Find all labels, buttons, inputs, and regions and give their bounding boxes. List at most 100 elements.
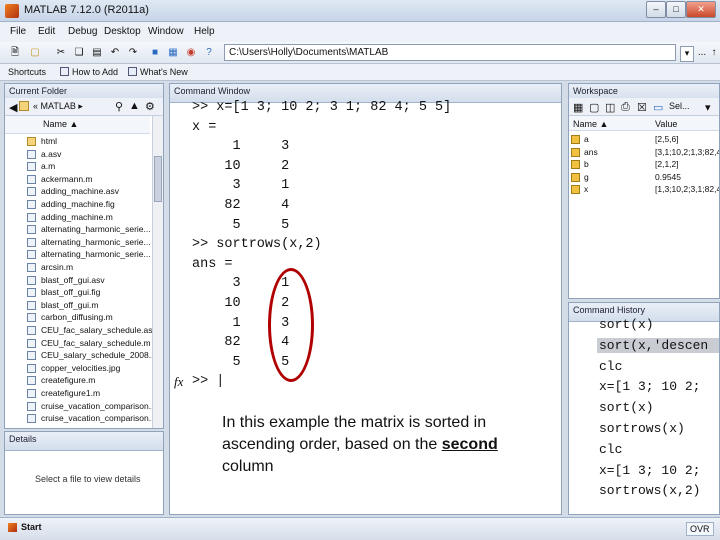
undo-icon[interactable]: ↶ bbox=[108, 46, 122, 60]
file-list-item[interactable]: blast_off_gui.fig bbox=[5, 287, 153, 299]
command-prompt[interactable]: >> | bbox=[192, 374, 224, 389]
file-list-item[interactable]: CEU_salary_schedule_2008... bbox=[5, 350, 153, 362]
new-file-icon[interactable]: 🗎 bbox=[8, 46, 22, 60]
file-list-item[interactable]: carbon_diffusing.m bbox=[5, 312, 153, 324]
file-list-item[interactable]: arcsin.m bbox=[5, 262, 153, 274]
file-list-item[interactable]: blast_off_gui.m bbox=[5, 300, 153, 312]
plot-icon[interactable]: ▭ bbox=[653, 101, 663, 114]
paste-icon[interactable]: ▤ bbox=[90, 46, 104, 60]
history-item[interactable]: sortrows(x) bbox=[599, 421, 685, 436]
gear-icon[interactable]: ⚙ bbox=[145, 100, 155, 113]
folder-up-icon[interactable]: ▲ bbox=[129, 100, 140, 112]
scrollbar-thumb[interactable] bbox=[154, 156, 162, 202]
value-column-header[interactable]: Value bbox=[655, 119, 677, 129]
file-list-item[interactable]: CEU_fac_salary_schedule.asv bbox=[5, 325, 153, 337]
open-variable-icon[interactable]: ▢ bbox=[589, 101, 599, 114]
file-icon bbox=[27, 212, 36, 222]
copy-icon[interactable]: ❏ bbox=[72, 46, 86, 60]
workspace-variable-row[interactable]: g 0.9545 bbox=[569, 172, 719, 184]
help-icon[interactable]: ? bbox=[202, 46, 216, 60]
name-column-label: Name ▲ bbox=[43, 119, 79, 129]
shortcuts-label[interactable]: Shortcuts bbox=[8, 67, 46, 77]
workspace-variable-row[interactable]: x [1,3;10,2;3,1;82,4;5... bbox=[569, 184, 719, 196]
file-list-item[interactable]: CEU_fac_salary_schedule.m bbox=[5, 338, 153, 350]
simulink-icon[interactable]: ■ bbox=[148, 46, 162, 60]
save-icon[interactable]: ◫ bbox=[605, 101, 615, 114]
start-label: Start bbox=[21, 522, 42, 532]
open-folder-icon[interactable]: ▢ bbox=[28, 46, 42, 60]
history-item[interactable]: x=[1 3; 10 2; bbox=[599, 379, 700, 394]
back-arrow-icon[interactable]: ◀ bbox=[9, 101, 17, 114]
redo-icon[interactable]: ↷ bbox=[126, 46, 140, 60]
current-folder-path-input[interactable]: C:\Users\Holly\Documents\MATLAB bbox=[224, 44, 676, 61]
variable-name: b bbox=[584, 159, 589, 169]
path-dropdown-icon[interactable]: ▾ bbox=[680, 46, 694, 62]
file-icon bbox=[27, 162, 36, 172]
file-list-item[interactable]: cruise_vacation_comparison... bbox=[5, 401, 153, 413]
folder-nav-path[interactable]: « MATLAB ▸ bbox=[33, 101, 83, 112]
name-column-header[interactable]: Name ▲ bbox=[573, 119, 608, 129]
file-list-item[interactable]: alternating_harmonic_serie... bbox=[5, 249, 153, 261]
history-item[interactable]: sort(x,'descen bbox=[597, 337, 719, 353]
close-button[interactable]: ✕ bbox=[686, 1, 716, 18]
how-to-add-link[interactable]: How to Add bbox=[72, 67, 118, 77]
fx-icon[interactable]: fx bbox=[174, 374, 183, 390]
menu-desktop[interactable]: Desktop bbox=[104, 26, 141, 37]
workspace-variable-row[interactable]: b [2,1,2] bbox=[569, 159, 719, 171]
history-item[interactable]: clc bbox=[599, 442, 622, 457]
matlab-logo-icon bbox=[5, 4, 19, 18]
menu-debug[interactable]: Debug bbox=[68, 26, 97, 37]
file-list-item[interactable]: html bbox=[5, 136, 153, 148]
start-button[interactable]: Start bbox=[8, 521, 46, 536]
profiler-icon[interactable]: ◉ bbox=[184, 46, 198, 60]
variable-icon bbox=[571, 185, 580, 194]
file-list-scrollbar[interactable] bbox=[152, 116, 163, 428]
file-list-item[interactable]: adding_machine.asv bbox=[5, 186, 153, 198]
file-list-item[interactable]: alternating_harmonic_serie... bbox=[5, 237, 153, 249]
workspace-variable-row[interactable]: a [2,5,6] bbox=[569, 134, 719, 146]
file-icon bbox=[27, 338, 36, 348]
menu-help[interactable]: Help bbox=[194, 26, 215, 37]
file-list-item[interactable]: adding_machine.m bbox=[5, 212, 153, 224]
file-list-item[interactable]: a.asv bbox=[5, 149, 153, 161]
file-name: html bbox=[41, 136, 58, 146]
file-list-item[interactable]: blast_off_gui.asv bbox=[5, 275, 153, 287]
file-name: blast_off_gui.m bbox=[41, 299, 99, 310]
guide-icon[interactable]: ▦ bbox=[166, 46, 180, 60]
file-list-item[interactable]: createfigure1.m bbox=[5, 388, 153, 400]
menu-file[interactable]: File bbox=[10, 26, 26, 37]
file-name: adding_machine.fig bbox=[41, 199, 115, 209]
menu-window[interactable]: Window bbox=[148, 26, 184, 37]
file-icon bbox=[27, 300, 36, 310]
browse-folder-button[interactable]: ... bbox=[696, 46, 708, 60]
workspace-variable-row[interactable]: ans [3,1;10,2;1,3;82,4;... bbox=[569, 147, 719, 159]
delete-icon[interactable]: ☒ bbox=[637, 101, 647, 114]
file-list-item[interactable]: a.m bbox=[5, 161, 153, 173]
variable-value: [1,3;10,2;3,1;82,4;5... bbox=[655, 184, 719, 194]
minimize-button[interactable]: – bbox=[646, 1, 666, 18]
up-folder-button[interactable]: ↑ bbox=[708, 46, 720, 60]
variable-icon bbox=[571, 160, 580, 169]
maximize-button[interactable]: □ bbox=[666, 1, 686, 18]
cut-icon[interactable]: ✂ bbox=[54, 46, 68, 60]
history-item[interactable]: x=[1 3; 10 2; bbox=[599, 463, 700, 478]
file-list-item[interactable]: adding_machine.fig bbox=[5, 199, 153, 211]
new-variable-icon[interactable]: ▦ bbox=[573, 101, 583, 114]
file-list-item[interactable]: ackermann.m bbox=[5, 174, 153, 186]
history-item[interactable]: sort(x) bbox=[599, 400, 654, 415]
history-item[interactable]: clc bbox=[599, 359, 622, 374]
whats-new-link[interactable]: What's New bbox=[140, 67, 188, 77]
print-icon[interactable]: ⎙ bbox=[621, 101, 630, 114]
file-list-item[interactable]: copper_velocities.jpg bbox=[5, 363, 153, 375]
file-list-item[interactable]: createfigure.m bbox=[5, 375, 153, 387]
chevron-down-icon[interactable]: ▾ bbox=[705, 101, 711, 114]
file-name: blast_off_gui.asv bbox=[41, 274, 105, 285]
history-item[interactable]: sort(x) bbox=[599, 317, 654, 332]
file-list-item[interactable]: alternating_harmonic_serie... bbox=[5, 224, 153, 236]
file-list-header[interactable]: Name ▲ bbox=[5, 116, 150, 134]
menu-edit[interactable]: Edit bbox=[38, 26, 55, 37]
select-plot-dropdown[interactable]: Sel... bbox=[669, 101, 690, 111]
search-icon[interactable]: ⚲ bbox=[115, 100, 123, 113]
file-list-item[interactable]: cruise_vacation_comparison... bbox=[5, 413, 153, 425]
history-item[interactable]: sortrows(x,2) bbox=[599, 483, 700, 498]
